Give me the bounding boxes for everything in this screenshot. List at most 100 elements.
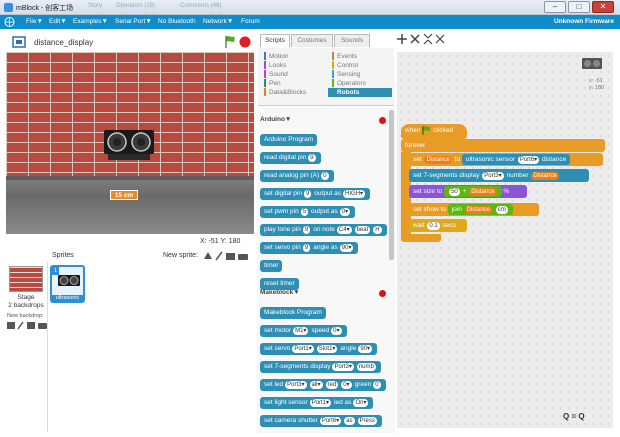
sprite-name: ultrasonic [52,295,83,301]
menu-edit[interactable]: Edit▼ [49,18,67,25]
menu-network[interactable]: Network▼ [203,18,233,25]
when-flag-clicked-block[interactable]: when clicked [401,124,467,139]
join-operator-reporter[interactable]: join Distance cm [447,204,513,215]
makeblock-block[interactable]: Makeblock Program [260,307,326,319]
paint-sprite-icon[interactable] [215,251,223,261]
green-flag-icon [422,125,431,135]
globe-icon[interactable] [4,17,15,27]
makeblock-section-header[interactable]: Makeblock▼ [260,289,300,296]
firmware-status: Unknown Firmware [554,18,614,25]
category-events[interactable]: Events [328,52,392,61]
connection-status-icon [379,290,386,297]
makeblock-block[interactable]: set light sensor Port1▾ led as On▾ [260,397,374,409]
arduino-block[interactable]: timer [260,260,283,272]
project-name[interactable]: distance_display [34,38,93,47]
sprite-y-position: y: 180 [589,85,604,91]
new-sprite-label: New sprite: [163,252,199,259]
backdrop-library-icon[interactable] [7,322,15,329]
arduino-block[interactable]: read analog pin (A) 0 [260,170,334,182]
category-sound[interactable]: Sound [260,70,324,79]
forever-block[interactable]: forever [401,139,605,152]
arduino-block[interactable]: set pwm pin 5 output as 0▾ [260,206,356,218]
connection-status-icon [379,117,386,124]
arduino-block[interactable]: set digital pin 9 output as HIGH▾ [260,188,371,200]
category-control[interactable]: Control [328,61,392,70]
category-color-swatch [332,52,334,61]
upload-sprite-icon[interactable] [226,253,235,260]
set-7segment-block[interactable]: set 7-segments display Port3▾ number Dis… [409,169,589,182]
sprite-preview-icon [582,58,602,69]
makeblock-block[interactable]: set 7-segments display Port3▾ numb [260,361,381,373]
green-flag-icon[interactable] [224,35,235,48]
category-sensing[interactable]: Sensing [328,70,392,79]
arduino-block[interactable]: Arduino Program [260,134,318,146]
grow-icon[interactable] [423,33,433,45]
tab-scripts[interactable]: Scripts [260,34,290,47]
ultrasonic-sensor-sprite[interactable] [102,126,156,162]
camera-backdrop-icon[interactable] [38,323,47,329]
arduino-section-header[interactable]: Arduino▼ [260,116,291,123]
add-operator-reporter[interactable]: 50 + Distance [444,186,502,197]
maximize-button[interactable]: □ [568,1,590,13]
x-readout: X: -51 [200,238,219,245]
wait-block[interactable]: wait 0.1 secs [409,219,467,232]
shrink-icon[interactable] [435,34,445,44]
category-motion[interactable]: Motion [260,52,324,61]
duplicate-icon[interactable] [397,34,407,44]
sprite-list: 1 ultrasonic [50,262,250,432]
category-color-swatch [264,61,266,70]
set-show-block[interactable]: set show to join Distance cm [409,203,539,216]
category-operators[interactable]: Operators [328,79,392,88]
tab-sounds[interactable]: Sounds [334,34,370,47]
arduino-block[interactable]: read digital pin 9 [260,152,321,164]
sprite-tile[interactable]: 1 ultrasonic [50,265,85,303]
category-robots[interactable]: Robots [328,88,392,97]
makeblock-block[interactable]: set led Port3▾ all▾ red 0▾ green 0 [260,379,386,391]
ghost-tab-2: Operators (18) [116,3,156,9]
stage-thumbnail[interactable] [9,266,43,292]
new-sprite-tools [204,251,248,261]
stage-backdrops-count: 2 backdrops [8,302,44,309]
makeblock-block[interactable]: set motor M1▾ speed 0▾ [260,325,347,337]
category-color-swatch [332,70,334,79]
stage-canvas[interactable]: 15 cm [6,52,254,234]
palette-scrollbar[interactable] [389,110,394,260]
window-title: mBlock - 创客工场 [16,5,74,12]
category-color-swatch [332,88,334,97]
makeblock-block[interactable]: set servo Port1▾ Slot1▾ angle 90▾ [260,343,378,355]
tab-costumes[interactable]: Costumes [291,34,333,47]
arduino-block[interactable]: play tone pin 9 on note C4▾ beat H [260,224,387,236]
category-pen[interactable]: Pen [260,79,324,88]
zoom-controls[interactable]: Q = Q [563,412,585,421]
arduino-block[interactable]: set servo pin 9 angle as 90▾ [260,242,359,254]
category-data-blocks[interactable]: Data&Blocks [260,88,324,97]
upload-backdrop-icon[interactable] [27,322,35,329]
menu-file[interactable]: File▼ [26,18,43,25]
stop-icon[interactable] [239,36,251,48]
y-readout: Y: 180 [220,238,241,245]
minimize-button[interactable]: ‒ [544,1,566,13]
category-color-swatch [264,70,266,79]
paint-backdrop-icon[interactable] [17,321,24,330]
makeblock-block[interactable]: set camera shutter Port6▾ as Press [260,415,382,427]
category-color-swatch [264,79,266,88]
category-color-swatch [264,52,266,61]
menu-no-bluetooth[interactable]: No Bluetooth [158,18,196,25]
category-looks[interactable]: Looks [260,61,324,70]
editor-tabs: Scripts Costumes Sounds [258,34,394,47]
categories-right: Events Control Sensing Operators Robots [328,52,392,97]
set-distance-block[interactable]: set Distance to ultrasonic sensor Port6▾… [409,153,603,166]
menu-forum[interactable]: Forum [241,18,260,25]
fullscreen-icon[interactable] [12,36,26,48]
ultrasonic-sensor-reporter[interactable]: ultrasonic sensor Port6▾ distance [461,154,571,165]
distance-display-label: 15 cm [110,190,138,200]
delete-icon[interactable] [410,34,420,44]
new-backdrop-tools [7,321,47,330]
menu-examples[interactable]: Examples▼ [73,18,108,25]
close-button[interactable]: ✕ [592,1,614,13]
menu-serial-port[interactable]: Serial Port▼ [115,18,152,25]
set-size-block[interactable]: set size to 50 + Distance % [409,185,527,198]
camera-sprite-icon[interactable] [238,254,248,260]
sprite-library-icon[interactable] [204,252,212,259]
script-area[interactable]: when clicked forever set Distance to ult… [397,52,613,428]
